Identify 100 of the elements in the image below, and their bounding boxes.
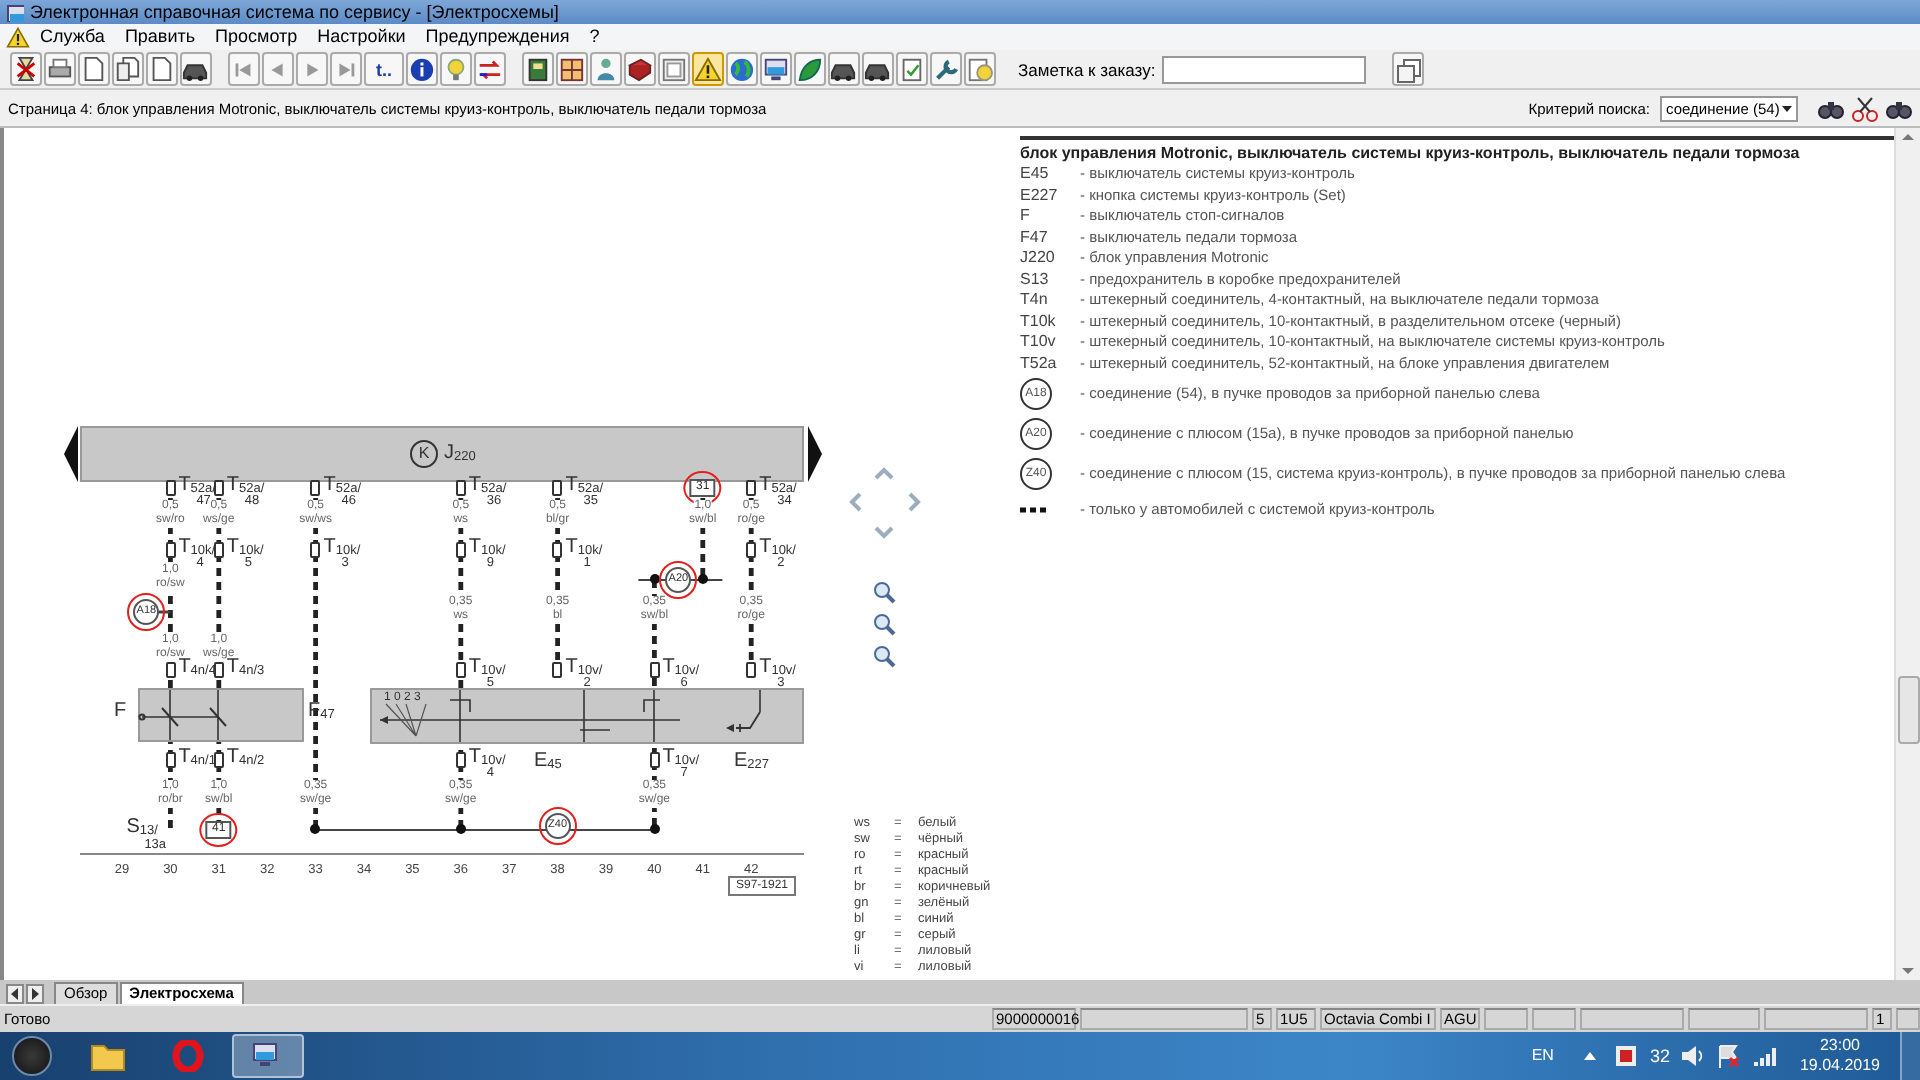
toolbar-button[interactable] [180, 52, 212, 87]
caret-icon[interactable] [1581, 1047, 1598, 1064]
zoom-out-icon[interactable] [872, 643, 896, 668]
scissors-icon[interactable] [1850, 94, 1878, 123]
note-label: Заметка к заказу: [1018, 59, 1156, 80]
connector-label: T$_{10v/}$ [468, 657, 506, 678]
pages-icon [1393, 55, 1422, 84]
connector-icon [165, 661, 176, 678]
connector-icon [455, 541, 466, 558]
connector-label: T$_{10k/}$ [178, 537, 216, 558]
connector-icon [310, 479, 321, 496]
toolbar-button[interactable] [44, 52, 76, 87]
connector-icon [746, 479, 757, 496]
zoom-in-icon[interactable] [872, 579, 896, 604]
left-triangle-icon[interactable] [64, 425, 78, 482]
connector-label: T$_{52a/}$ [226, 475, 265, 496]
connector-icon [552, 661, 563, 678]
page-icon [80, 55, 108, 84]
scroll-thumb[interactable] [1898, 675, 1920, 744]
toolbar-button[interactable] [522, 52, 554, 87]
speaker-icon[interactable] [1679, 1043, 1704, 1068]
legend-code: J220 [1020, 248, 1057, 270]
connector-label: T$_{52a/}$ [565, 475, 604, 496]
toolbar-button[interactable] [760, 52, 792, 87]
component-label: E$_{227}$ [734, 749, 770, 776]
caret-icon [1780, 101, 1794, 116]
clock[interactable]: 23:00 19.04.2019 [1799, 1035, 1880, 1076]
toolbar-button[interactable] [556, 52, 588, 87]
connector-label: T$_{4n/1}$ [178, 747, 216, 770]
connector-icon [455, 661, 466, 678]
legend-code: F [1020, 206, 1032, 228]
hourglass-icon [12, 55, 40, 84]
connector-icon [746, 541, 757, 558]
connector-label: T$_{52a/}$ [468, 475, 507, 496]
language-indicator[interactable]: EN [1531, 1046, 1554, 1065]
date-label: 19.04.2019 [1799, 1055, 1880, 1076]
toolbar-button[interactable] [406, 52, 438, 87]
book-icon [626, 55, 654, 84]
scrollbar[interactable] [1894, 127, 1920, 980]
menu-item[interactable]: Править [114, 26, 206, 47]
junction-dot [697, 574, 708, 585]
right-triangle-icon[interactable] [808, 425, 822, 482]
warning-icon[interactable] [6, 25, 30, 48]
legend-code: F47 [1020, 227, 1050, 249]
connector-icon [649, 661, 660, 678]
toolbar-button[interactable] [10, 52, 42, 87]
fuse-label: S$_{13/}$ [126, 817, 158, 839]
info-icon [408, 55, 436, 84]
connector-label: T$_{10k/}$ [226, 537, 264, 558]
toolbar-button[interactable] [146, 52, 178, 87]
connector-icon [165, 751, 176, 768]
menu-item[interactable]: ? [579, 26, 610, 47]
status-field [1764, 1008, 1868, 1031]
connector-label: T$_{10v/}$ [662, 657, 700, 678]
connector-icon [455, 751, 466, 768]
note-field[interactable] [1161, 55, 1366, 84]
legend-code: T52a [1020, 353, 1059, 375]
component-label: F [114, 699, 127, 722]
signal-bars-icon[interactable] [1751, 1043, 1776, 1068]
connector-icon [213, 751, 224, 768]
monitor-icon [762, 55, 790, 84]
menu-item[interactable]: Служба [30, 26, 115, 47]
toolbar-button[interactable] [862, 52, 894, 87]
connector-label: T$_{10k/}$ [323, 537, 361, 558]
menu-item[interactable]: Настройки [307, 26, 416, 47]
toolbar-button[interactable] [112, 52, 144, 87]
leaf-icon [796, 55, 824, 84]
menu-item[interactable]: Предупреждения [415, 26, 580, 47]
toolbar-button[interactable] [794, 52, 826, 87]
junction-dot [649, 574, 660, 585]
connector-label: T$_{4n/4}$ [178, 657, 216, 680]
swap-arrows-icon [476, 55, 504, 84]
menu-item[interactable]: Просмотр [205, 26, 308, 47]
zoom-icon[interactable] [872, 611, 896, 636]
tray-app-icon[interactable] [1613, 1043, 1638, 1068]
legend-code: E45 [1020, 164, 1051, 186]
toolbar-button[interactable] [624, 52, 656, 87]
connector-label: T$_{10k/}$ [468, 537, 506, 558]
legend-code: S13 [1020, 269, 1051, 291]
show-desktop-button[interactable] [1900, 1031, 1920, 1080]
connector-label: T$_{10v/}$ [759, 657, 796, 678]
junction-dot [310, 824, 321, 835]
time-label: 23:00 [1819, 1035, 1860, 1056]
connector-icon [213, 479, 224, 496]
folder-icon[interactable] [90, 1039, 126, 1072]
connector-label: T$_{10v/}$ [662, 747, 700, 768]
connector-label: T$_{10v/}$ [565, 657, 603, 678]
flag-icon[interactable] [1715, 1043, 1740, 1068]
scroll-left-icon[interactable] [6, 984, 24, 1005]
toolbar-button[interactable] [828, 52, 860, 87]
toolbar-button[interactable] [78, 52, 110, 87]
legend-code: T4n [1020, 290, 1050, 312]
taskbar-button[interactable] [232, 1033, 304, 1078]
junction-dot [649, 824, 660, 835]
scroll-right-icon[interactable] [26, 984, 44, 1005]
connector-label: T$_{4n/2}$ [226, 747, 265, 770]
status-field [1688, 1008, 1760, 1031]
start-button[interactable] [12, 1035, 52, 1076]
text-button[interactable]: t.. [364, 52, 404, 87]
connector-icon [552, 479, 563, 496]
